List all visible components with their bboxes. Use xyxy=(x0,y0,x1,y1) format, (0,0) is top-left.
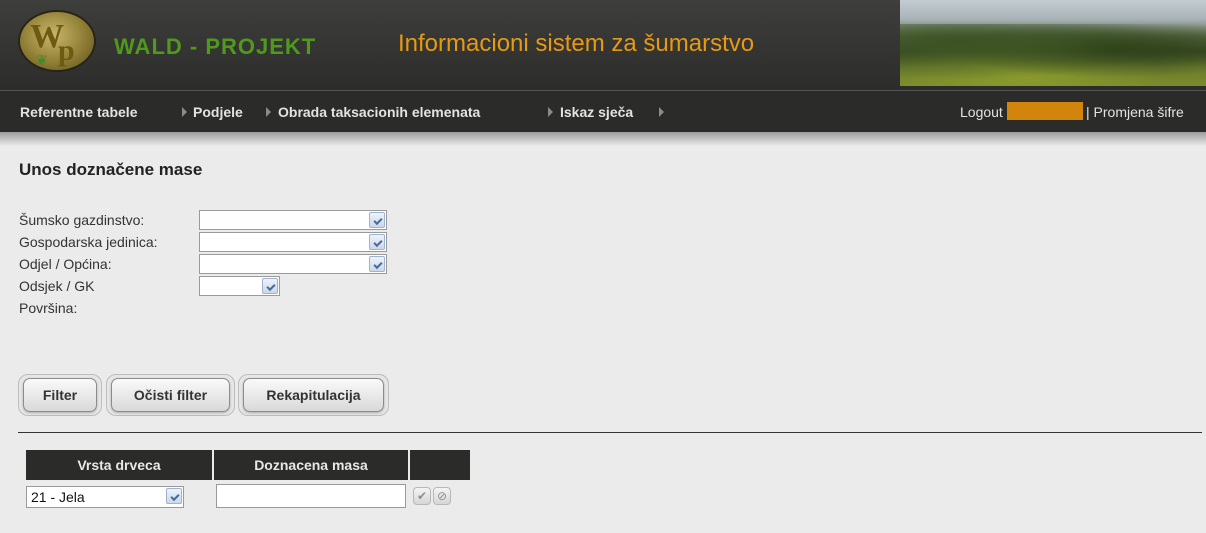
chevron-down-icon[interactable] xyxy=(369,234,385,250)
nav-arrow-icon xyxy=(182,107,187,117)
odsjek-gk-select[interactable] xyxy=(199,276,280,296)
app-header: W p ❦ WALD - PROJEKT Informacioni sistem… xyxy=(0,0,1206,90)
label-odsjek-gk: Odsjek / GK xyxy=(19,278,95,294)
recap-button[interactable]: Rekapitulacija xyxy=(243,378,384,412)
main-navigation: Referentne tabele Podjele Obrada taksaci… xyxy=(0,90,1206,132)
company-logo: W p ❦ xyxy=(18,10,96,72)
chevron-down-icon[interactable] xyxy=(369,256,385,272)
column-header-actions xyxy=(410,450,470,480)
select-value: 21 - Jela xyxy=(31,489,85,505)
sumsko-gazdinstvo-select[interactable] xyxy=(199,210,387,230)
logout-link[interactable]: Logout xyxy=(960,104,1003,120)
odjel-opcina-select[interactable] xyxy=(199,254,387,274)
nav-shadow xyxy=(0,132,1206,146)
label-sumsko-gazdinstvo: Šumsko gazdinstvo: xyxy=(19,212,145,228)
nav-arrow-icon xyxy=(659,107,664,117)
section-divider xyxy=(18,432,1202,433)
column-header-vrsta-drveca: Vrsta drveca xyxy=(26,450,212,480)
chevron-down-icon[interactable] xyxy=(262,278,278,294)
forest-landscape-image xyxy=(900,0,1206,86)
leaf-icon: ❦ xyxy=(36,52,48,68)
cancel-icon[interactable]: ⊘ xyxy=(433,487,451,505)
vrsta-drveca-select[interactable]: 21 - Jela xyxy=(26,486,184,508)
label-povrsina: Površina: xyxy=(19,300,78,316)
app-title: Informacioni sistem za šumarstvo xyxy=(398,30,755,57)
nav-item-referentne-tabele[interactable]: Referentne tabele xyxy=(20,104,137,120)
change-password-link[interactable]: | Promjena šifre xyxy=(1086,104,1184,120)
filter-button[interactable]: Filter xyxy=(23,378,97,412)
clear-filter-button[interactable]: Očisti filter xyxy=(111,378,230,412)
doznacena-masa-input[interactable] xyxy=(216,484,406,508)
nav-item-obrada-taksacionih-elemenata[interactable]: Obrada taksacionih elemenata xyxy=(278,104,480,120)
checkmark-icon[interactable]: ✔ xyxy=(413,487,431,505)
page-title: Unos doznačene mase xyxy=(19,160,203,179)
brand-name: WALD - PROJEKT xyxy=(114,34,317,59)
nav-item-podjele[interactable]: Podjele xyxy=(193,104,243,120)
nav-arrow-icon xyxy=(548,107,553,117)
label-odjel-opcina: Odjel / Općina: xyxy=(19,256,112,272)
label-gospodarska-jedinica: Gospodarska jedinica: xyxy=(19,234,158,250)
chevron-down-icon[interactable] xyxy=(369,212,385,228)
nav-arrow-icon xyxy=(266,107,271,117)
column-header-doznacena-masa: Doznacena masa xyxy=(214,450,408,480)
nav-item-iskaz-sjeca[interactable]: Iskaz sječa xyxy=(560,104,633,120)
gospodarska-jedinica-select[interactable] xyxy=(199,232,387,252)
username-badge xyxy=(1007,102,1083,120)
chevron-down-icon[interactable] xyxy=(166,488,182,504)
logo-letter-p: p xyxy=(58,34,75,67)
